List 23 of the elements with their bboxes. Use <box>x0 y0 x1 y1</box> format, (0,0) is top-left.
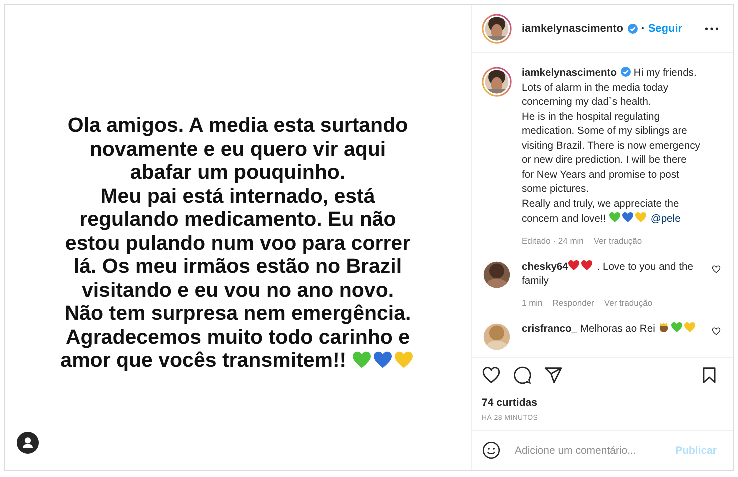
comment-text: crisfranco_ Melhoras ao Rei <box>522 322 706 337</box>
emoji-icon[interactable] <box>482 441 501 460</box>
separator: • <box>642 24 644 33</box>
username[interactable]: chesky64 <box>522 262 568 272</box>
more-options-icon[interactable] <box>705 26 719 30</box>
comment-icon[interactable] <box>513 366 532 385</box>
comment-time: 1 min <box>522 298 543 308</box>
username[interactable]: iamkelynascimento <box>522 68 618 79</box>
caption-text: iamkelynascimento Hi my friends. Lots of alarm in the media today concerning my dad`s health. He is in the hospital regulating medication. Some of my siblings are visiting Brazil. There is now emergency or new dire prediction. I will be there for New Years and promise to post some pictures. Really and truly, we appreciate the concern and love!! @pele <box>522 67 702 227</box>
mention-link[interactable]: @pele <box>648 214 681 225</box>
like-icon[interactable] <box>712 326 721 336</box>
edited-time: Editado · 24 min <box>522 236 584 246</box>
likes-count[interactable]: 74 curtidas <box>482 397 719 409</box>
username[interactable]: iamkelynascimento <box>522 22 624 34</box>
person-tag-icon[interactable] <box>17 432 39 454</box>
like-icon[interactable] <box>712 264 721 274</box>
bookmark-icon[interactable] <box>700 366 719 385</box>
crown-face-icon <box>658 322 670 332</box>
comment-text: chesky64 . Love to you and the family <box>522 260 694 289</box>
post-text: Ola amigos. A media esta surtando novamente e eu quero vir aqui abafar um pouquinho. Meu pai está internado, está regulando medicamento. Eu não estou pulando num voo para correr lá. Os meu irmãos estão no Brazil visitando e eu vou no ano novo. Não tem surpresa nem emergência. Agradecemos muito todo carinho e amor que vocês transmitem!! <box>60 114 412 372</box>
username[interactable]: crisfranco_ <box>522 324 578 334</box>
like-icon[interactable] <box>482 366 501 385</box>
share-icon[interactable] <box>544 366 563 385</box>
